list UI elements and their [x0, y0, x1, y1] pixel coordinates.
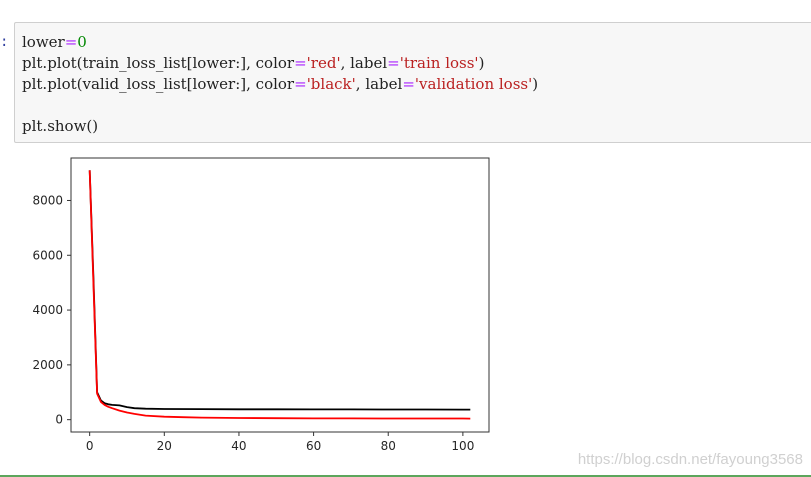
code-token: = — [294, 75, 307, 93]
y-tick-label: 2000 — [32, 358, 63, 372]
code-token: 'red' — [306, 54, 341, 72]
code-token: 'validation loss' — [414, 75, 533, 93]
watermark: https://blog.csdn.net/fayoung3568 — [577, 451, 803, 468]
code-token: ) — [478, 54, 485, 72]
code-token: ) — [532, 75, 539, 93]
plot-series — [88, 170, 471, 420]
code-token: , label — [355, 75, 403, 93]
code-token: 0 — [77, 33, 87, 51]
code-token: = — [294, 54, 307, 72]
loss-plot: 0 20 40 60 80 100 0 2000 4000 6000 8000 — [32, 157, 490, 453]
code-line-2: plt.plot(train_loss_list[lower:], color=… — [22, 53, 484, 74]
code-line-5: plt.show() — [22, 117, 99, 135]
cell-prompt: : — [0, 34, 9, 50]
code-token: plt.plot(train_loss_list[lower:], color — [22, 54, 295, 72]
code-line-3: plt.plot(valid_loss_list[lower:], color=… — [22, 74, 538, 95]
code-line-1: lower=0 — [22, 32, 87, 53]
code-token: 'train loss' — [399, 54, 479, 72]
x-tick-label: 60 — [306, 439, 321, 453]
series-line-0 — [88, 170, 471, 411]
cell-output: 0 20 40 60 80 100 0 2000 4000 6000 8000 — [0, 150, 811, 470]
code-token: = — [64, 33, 78, 51]
x-tick-label: 100 — [451, 439, 474, 453]
code-token: , label — [340, 54, 388, 72]
x-tick-label: 0 — [86, 439, 94, 453]
code-cell[interactable]: lower=0 plt.plot(train_loss_list[lower:]… — [14, 22, 811, 143]
code-token: = — [402, 75, 415, 93]
y-tick-label: 6000 — [32, 248, 63, 262]
x-tick-label: 80 — [381, 439, 396, 453]
y-tick-label: 8000 — [32, 193, 63, 207]
x-tick-label: 40 — [231, 439, 246, 453]
code-token: = — [387, 54, 400, 72]
plot-ticks: 0 20 40 60 80 100 0 2000 4000 6000 8000 — [32, 193, 474, 453]
plot-frame — [70, 157, 490, 433]
x-tick-label: 20 — [157, 439, 172, 453]
y-tick-label: 4000 — [32, 303, 63, 317]
y-tick-label: 0 — [55, 413, 63, 427]
code-token: lower — [22, 33, 65, 51]
code-token: plt.plot(valid_loss_list[lower:], color — [22, 75, 295, 93]
code-token: 'black' — [306, 75, 356, 93]
series-line-1 — [88, 170, 471, 420]
